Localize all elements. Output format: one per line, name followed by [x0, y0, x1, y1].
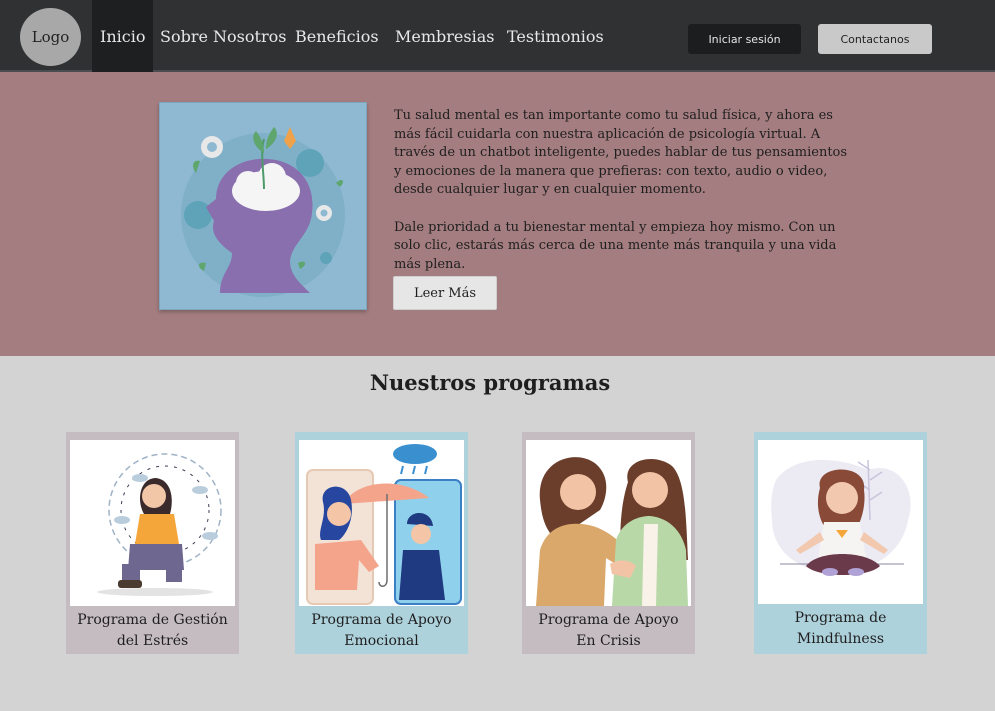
- hero-description: Tu salud mental es tan importante como t…: [394, 107, 854, 274]
- programs-title: Nuestros programas: [369, 370, 611, 395]
- program-card-crisis[interactable]: Programa de Apoyo En Crisis: [522, 432, 695, 654]
- program-title: Programa de Mindfulness: [794, 610, 887, 647]
- hero-paragraph-1: Tu salud mental es tan importante como t…: [394, 108, 848, 198]
- program-card-emotional[interactable]: Programa de Apoyo Emocional: [295, 432, 468, 654]
- nav-sobre-nosotros[interactable]: Sobre Nosotros: [160, 0, 286, 72]
- mental-health-illustration: [159, 102, 367, 310]
- hero-paragraph-2: Dale prioridad a tu bienestar mental y e…: [394, 219, 837, 272]
- crisis-support-illustration: [526, 440, 691, 606]
- stress-illustration: [70, 440, 235, 606]
- nav-inicio[interactable]: Inicio: [92, 0, 154, 72]
- program-title: Programa de Gestión del Estrés: [77, 612, 228, 649]
- nav-membresias[interactable]: Membresias: [395, 0, 494, 72]
- login-button[interactable]: Iniciar sesión: [688, 24, 801, 54]
- nav-testimonios[interactable]: Testimonios: [507, 0, 604, 72]
- contact-button[interactable]: Contactanos: [818, 24, 932, 54]
- logo[interactable]: Logo: [20, 8, 81, 66]
- top-navbar: Logo Inicio Sobre Nosotros Beneficios Me…: [0, 0, 995, 72]
- program-title: Programa de Apoyo Emocional: [311, 612, 452, 649]
- program-title: Programa de Apoyo En Crisis: [538, 612, 679, 649]
- program-card-mindfulness[interactable]: Programa de Mindfulness: [754, 432, 927, 654]
- program-card-stress[interactable]: Programa de Gestión del Estrés: [66, 432, 239, 654]
- read-more-button[interactable]: Leer Más: [393, 276, 497, 310]
- hero-section: Tu salud mental es tan importante como t…: [0, 72, 995, 356]
- emotional-support-illustration: [299, 440, 464, 606]
- mindfulness-illustration: [758, 440, 923, 604]
- nav-beneficios[interactable]: Beneficios: [295, 0, 379, 72]
